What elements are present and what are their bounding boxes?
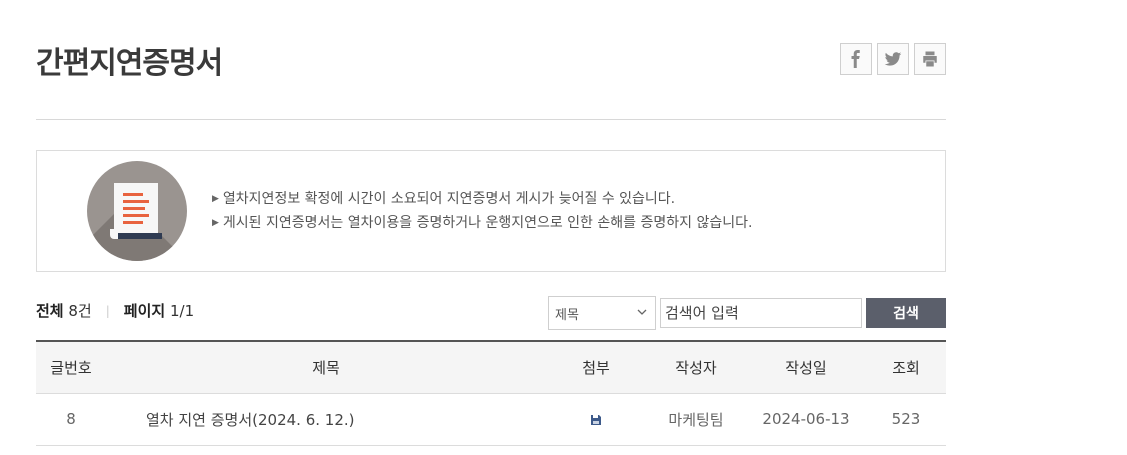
col-title: 제목	[106, 341, 546, 394]
row-date: 2024-06-13	[746, 393, 866, 446]
search-field-value: 제목	[555, 307, 579, 323]
row-attachment[interactable]	[546, 393, 646, 446]
print-icon	[923, 51, 937, 67]
page-title: 간편지연증명서	[36, 46, 223, 81]
bullet-icon: ▶	[212, 194, 219, 204]
page-label: 페이지	[123, 302, 166, 320]
table-header-row: 글번호 제목 첨부 작성자 작성일 조회	[36, 341, 946, 394]
total-label: 전체	[36, 302, 64, 320]
row-author: 마케팅팀	[646, 393, 746, 446]
page-indicator: 1/1	[169, 301, 195, 320]
notice-line: ▶ 게시된 지연증명서는 열차이용을 증명하거나 운행지연으로 인한 손해를 증명…	[212, 215, 753, 231]
chevron-down-icon	[637, 309, 647, 315]
share-bar	[840, 43, 946, 75]
summary-divider: |	[105, 303, 110, 318]
print-button[interactable]	[914, 43, 946, 75]
row-number: 8	[36, 393, 106, 446]
document-icon	[87, 161, 187, 261]
title-divider	[36, 119, 946, 120]
total-count: 8건	[68, 302, 92, 320]
twitter-share-button[interactable]	[877, 43, 909, 75]
search-field-select[interactable]: 제목	[548, 296, 656, 330]
table-row[interactable]: 8 열차 지연 증명서(2024. 6. 12.) 마케팅팀 2024-06-1…	[36, 393, 946, 446]
notice-text: ▶ 열차지연정보 확정에 시간이 소요되어 지연증명서 게시가 늦어질 수 있습니…	[212, 187, 752, 235]
row-views: 523	[866, 393, 946, 446]
search-button[interactable]: 검색	[866, 298, 946, 328]
notice-line: ▶ 열차지연정보 확정에 시간이 소요되어 지연증명서 게시가 늦어질 수 있습니…	[212, 191, 676, 207]
col-attachment: 첨부	[546, 341, 646, 394]
board-table: 글번호 제목 첨부 작성자 작성일 조회 8 열차 지연 증명서(2024. 6…	[36, 340, 946, 446]
board-summary: 전체 8건 | 페이지 1/1	[36, 300, 194, 321]
col-views: 조회	[866, 341, 946, 394]
col-date: 작성일	[746, 341, 866, 394]
bullet-icon: ▶	[212, 218, 219, 228]
save-disk-icon	[591, 414, 601, 425]
facebook-icon	[851, 50, 860, 68]
col-author: 작성자	[646, 341, 746, 394]
twitter-icon	[884, 52, 902, 66]
search-input[interactable]	[660, 298, 862, 328]
row-title-link[interactable]: 열차 지연 증명서(2024. 6. 12.)	[106, 393, 546, 446]
facebook-share-button[interactable]	[840, 43, 872, 75]
col-number: 글번호	[36, 341, 106, 394]
notice-box: ▶ 열차지연정보 확정에 시간이 소요되어 지연증명서 게시가 늦어질 수 있습니…	[36, 150, 946, 272]
